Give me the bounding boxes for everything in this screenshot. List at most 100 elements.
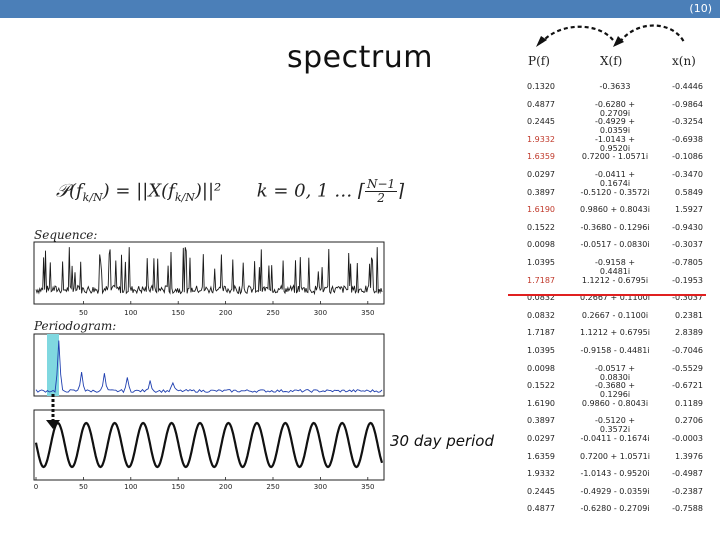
table-row: 0.1522 -0.3680 + 0.1296i -0.6721 <box>520 381 705 399</box>
tick-label: 300 <box>314 483 327 491</box>
cell-xn: -0.7588 <box>672 504 703 514</box>
cell-pf: 0.1522 <box>527 222 555 232</box>
cell-xn: 1.5927 <box>675 205 703 215</box>
table-row: 0.1320 -0.3633 -0.4446 <box>520 82 705 94</box>
sequence-plot-frame <box>33 241 385 305</box>
cell-xf: -0.5120 + 0.3572i <box>594 416 636 435</box>
cell-xf: 0.7200 + 1.0571i <box>580 451 650 461</box>
cell-pf: 1.6190 <box>527 398 555 408</box>
table-row: 0.4877 -0.6280 + 0.2709i -0.9864 <box>520 99 705 118</box>
table-row: 0.0098 -0.0517 + 0.0830i -0.5529 <box>520 363 705 382</box>
cell-xf: -1.0143 - 0.9520i <box>580 469 650 479</box>
cell-xf: -0.6280 - 0.2709i <box>580 504 650 514</box>
cell-xn: -0.3254 <box>672 117 703 127</box>
cell-xf: 1.1212 + 0.6795i <box>580 328 650 338</box>
arrow-xn-to-xf <box>619 24 685 43</box>
cell-pf: 1.6190 <box>527 205 555 215</box>
table-row: 1.6190 0.9860 + 0.8043i 1.5927 <box>520 205 705 217</box>
cell-xf: -0.4929 + 0.0359i <box>594 117 636 136</box>
cell-pf: 0.4877 <box>527 504 555 514</box>
cell-xf: -0.3680 - 0.1296i <box>580 222 650 232</box>
tick-label: 300 <box>314 309 327 317</box>
cell-pf: 1.7187 <box>527 275 555 285</box>
header-pf: P(f) <box>528 54 550 68</box>
table-row: 0.3897 -0.5120 - 0.3572i 0.5849 <box>520 188 705 200</box>
cell-xn: -0.4446 <box>672 82 703 91</box>
cell-xn: 2.8389 <box>675 328 703 338</box>
cell-pf: 0.0098 <box>527 240 555 250</box>
cell-xf: -0.0411 - 0.1674i <box>580 434 650 443</box>
table-row: 1.7187 1.1212 + 0.6795i 2.8389 <box>520 328 705 340</box>
tick-label: 250 <box>266 309 279 317</box>
tick-label: 100 <box>124 483 137 491</box>
cell-xn: -0.6938 <box>672 134 703 144</box>
tick-label: 150 <box>172 309 185 317</box>
cell-xf: 0.2667 - 0.1100i <box>581 310 649 320</box>
tick-label: 250 <box>266 483 279 491</box>
cell-pf: 0.4877 <box>527 99 555 109</box>
cell-xf: 0.9860 + 0.8043i <box>580 205 650 215</box>
cell-xn: -0.7046 <box>672 346 703 355</box>
tick-label: 150 <box>172 483 185 491</box>
table-row: 0.1522 -0.3680 - 0.1296i -0.9430 <box>520 223 705 235</box>
cell-pf: 0.0832 <box>527 310 555 320</box>
cell-xn: 0.5849 <box>675 187 703 197</box>
header-xf: X(f) <box>600 54 623 68</box>
table-row: 0.0098 -0.0517 - 0.0830i -0.3037 <box>520 240 705 252</box>
table-row: 1.7187 1.1212 - 0.6795i -0.1953 <box>520 276 705 288</box>
cell-xn: -0.6721 <box>672 381 703 391</box>
header-xn: x(n) <box>672 54 696 68</box>
periodogram-plot <box>33 333 385 397</box>
table-row: 0.2445 -0.4929 + 0.0359i -0.3254 <box>520 117 705 135</box>
cell-xf: -0.5120 - 0.3572i <box>580 187 650 197</box>
cell-xn: -0.4987 <box>672 469 703 479</box>
cell-pf: 1.0395 <box>527 346 555 355</box>
cell-xf: -0.0411 + 0.1674i <box>594 170 636 188</box>
tick-label: 200 <box>219 309 232 317</box>
sinusoid-plot: 0 50 100 150 200 250 300 350 <box>33 409 385 491</box>
sinusoid-plot-frame <box>33 409 385 481</box>
cell-xn: -0.7805 <box>672 258 703 267</box>
tick-label: 50 <box>79 483 88 491</box>
cell-pf: 0.3897 <box>527 187 555 197</box>
table-row: 0.4877 -0.6280 - 0.2709i -0.7588 <box>520 504 705 516</box>
cell-xn: 0.2706 <box>675 416 703 426</box>
cell-pf: 1.6359 <box>527 451 555 461</box>
cell-xn: 1.3976 <box>675 451 703 461</box>
tick-label: 100 <box>124 309 137 317</box>
cell-pf: 0.1320 <box>527 82 555 91</box>
table-row: 0.0832 0.2667 - 0.1100i 0.2381 <box>520 311 705 323</box>
arrow-xf-to-pf <box>541 25 614 43</box>
cell-xf: -1.0143 + 0.9520i <box>594 134 636 153</box>
cell-xn: -0.9430 <box>672 222 703 232</box>
cell-xn: -0.3037 <box>672 240 703 250</box>
cell-pf: 0.0297 <box>527 434 555 443</box>
cell-xf: -0.4929 - 0.0359i <box>580 486 650 496</box>
table-row: 1.0395 -0.9158 + 0.4481i -0.7805 <box>520 258 705 276</box>
arrow-xn-to-xf-head <box>613 36 624 47</box>
table-row: 0.0297 -0.0411 - 0.1674i -0.0003 <box>520 434 705 446</box>
cell-pf: 1.0395 <box>527 258 555 267</box>
cell-pf: 0.1522 <box>527 381 555 391</box>
tick-label: 350 <box>361 483 374 491</box>
cell-xn: -0.2387 <box>672 486 703 496</box>
cell-xn: -0.1953 <box>672 275 703 285</box>
tick-label: 0 <box>34 483 38 491</box>
cell-pf: 1.9332 <box>527 134 555 144</box>
periodogram-plot-frame <box>33 333 385 397</box>
cell-xn: -0.3470 <box>672 170 703 179</box>
cell-xf: 0.7200 - 1.0571i <box>581 152 649 162</box>
sequence-plot: 50 100 150 200 250 300 350 <box>33 241 385 317</box>
cell-pf: 0.3897 <box>527 416 555 426</box>
cell-xn: -0.9864 <box>672 99 703 109</box>
cell-xf: 1.1212 - 0.6795i <box>581 275 649 285</box>
cell-xf: -0.9158 - 0.4481i <box>580 346 650 355</box>
cell-pf: 0.0297 <box>527 170 555 179</box>
cell-pf: 0.0098 <box>527 363 555 373</box>
table-row: 1.9332 -1.0143 - 0.9520i -0.4987 <box>520 469 705 481</box>
cell-xf: -0.0517 + 0.0830i <box>594 363 636 382</box>
table-row: 0.2445 -0.4929 - 0.0359i -0.2387 <box>520 487 705 499</box>
cell-xf: -0.9158 + 0.4481i <box>594 258 636 276</box>
tick-label: 350 <box>361 309 374 317</box>
table-row: 1.6359 0.7200 + 1.0571i 1.3976 <box>520 452 705 464</box>
